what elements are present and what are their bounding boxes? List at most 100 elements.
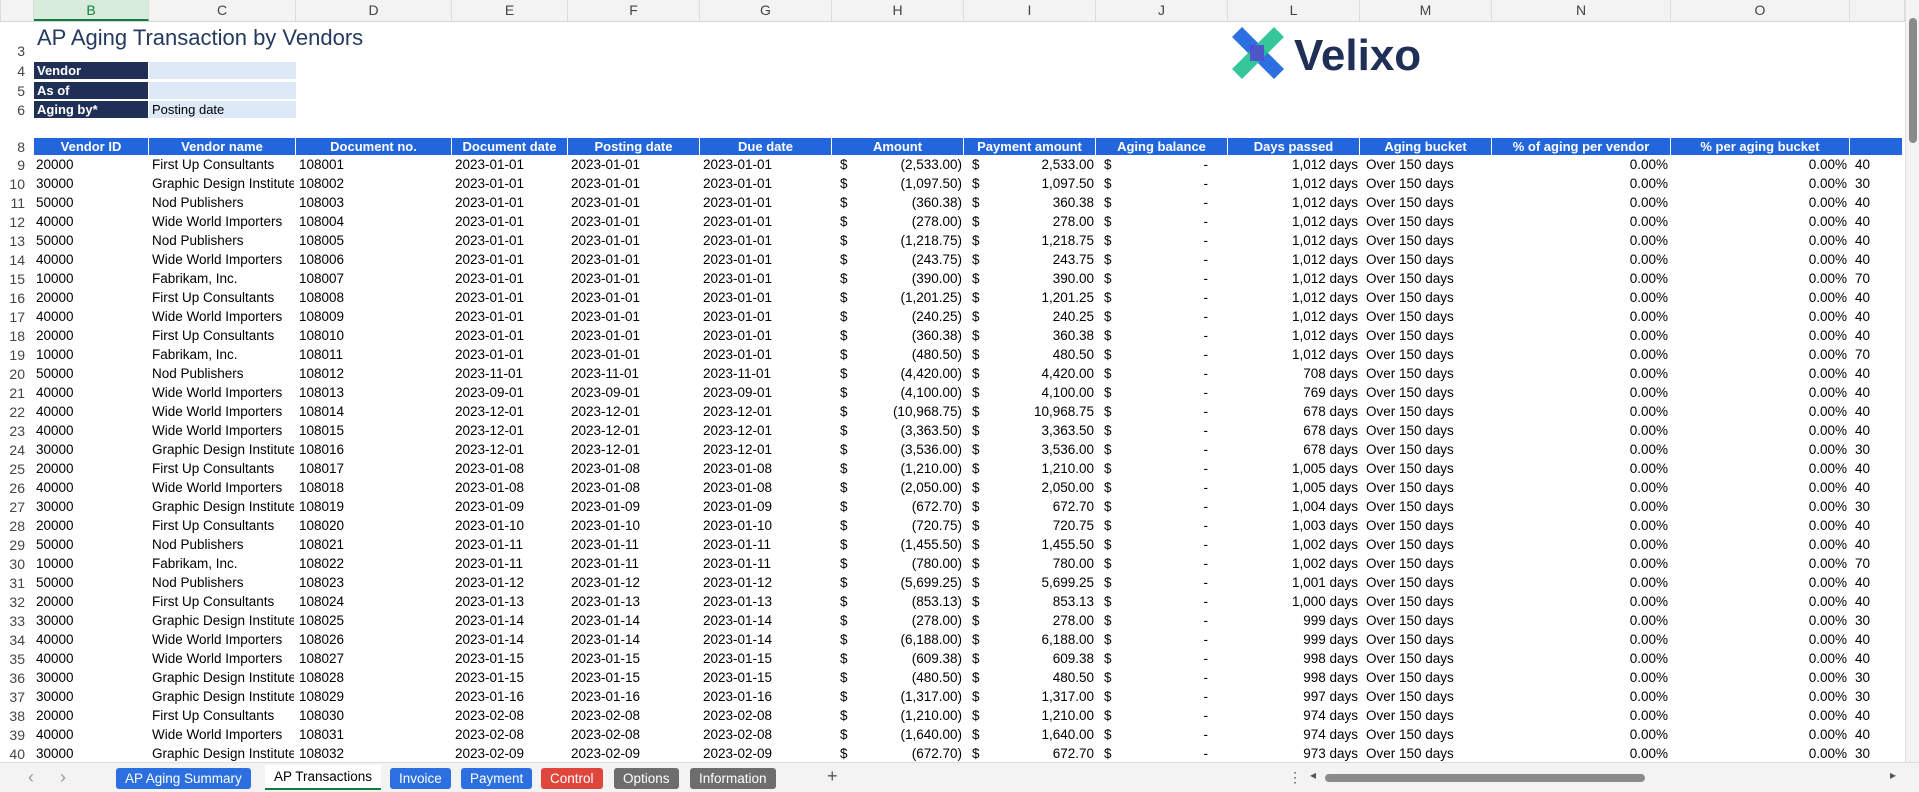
cell-pcur[interactable]: $ — [972, 252, 992, 267]
cell-amount[interactable]: (1,097.50) — [860, 176, 962, 191]
cell-doc[interactable]: 108022 — [299, 556, 449, 571]
cell-days[interactable]: 708 days — [1228, 366, 1358, 381]
cell-bucket[interactable]: Over 150 days — [1366, 480, 1490, 495]
column-letter-m[interactable]: M — [1360, 0, 1492, 21]
cell-amount[interactable]: (4,420.00) — [860, 366, 962, 381]
cell-bucket[interactable]: Over 150 days — [1366, 537, 1490, 552]
cell-id[interactable]: 50000 — [36, 575, 146, 590]
cell-amount[interactable]: (10,968.75) — [860, 404, 962, 419]
sheet-tab[interactable]: Control — [541, 768, 603, 789]
cell-days[interactable]: 1,005 days — [1228, 480, 1358, 495]
cell-bcur[interactable]: $ — [1104, 252, 1124, 267]
cell-ddate[interactable]: 2023-01-09 — [455, 499, 565, 514]
cell-doc[interactable]: 108017 — [299, 461, 449, 476]
cell-bcur[interactable]: $ — [1104, 537, 1124, 552]
row-number[interactable]: 21 — [0, 385, 30, 401]
column-header[interactable]: Payment amount — [964, 138, 1096, 155]
row-number[interactable]: 6 — [0, 102, 30, 118]
cell-pb[interactable]: 0.00% — [1671, 499, 1847, 514]
cell-amount[interactable]: (1,218.75) — [860, 233, 962, 248]
row-number[interactable]: 28 — [0, 518, 30, 534]
cell-days[interactable]: 974 days — [1228, 727, 1358, 742]
cell-bucket[interactable]: Over 150 days — [1366, 594, 1490, 609]
cell-extra[interactable]: 70 — [1855, 556, 1895, 571]
scroll-left-icon[interactable]: ◂ — [1310, 768, 1316, 782]
cell-extra[interactable]: 40 — [1855, 632, 1895, 647]
cell-id[interactable]: 10000 — [36, 556, 146, 571]
cell-doc[interactable]: 108009 — [299, 309, 449, 324]
cell-pv[interactable]: 0.00% — [1492, 670, 1668, 685]
cell-bucket[interactable]: Over 150 days — [1366, 214, 1490, 229]
cell-payment[interactable]: 4,420.00 — [992, 366, 1094, 381]
cell-pb[interactable]: 0.00% — [1671, 670, 1847, 685]
column-letter-n[interactable]: N — [1492, 0, 1671, 21]
cell-name[interactable]: Nod Publishers — [152, 195, 294, 210]
cell-pcur[interactable]: $ — [972, 157, 992, 172]
cell-due[interactable]: 2023-01-11 — [703, 537, 829, 552]
cell-name[interactable]: Wide World Importers — [152, 480, 294, 495]
row-number[interactable]: 13 — [0, 233, 30, 249]
cell-bucket[interactable]: Over 150 days — [1366, 727, 1490, 742]
row-number[interactable]: 24 — [0, 442, 30, 458]
cell-payment[interactable]: 1,210.00 — [992, 708, 1094, 723]
cell-bcur[interactable]: $ — [1104, 309, 1124, 324]
row-number[interactable]: 23 — [0, 423, 30, 439]
cell-balance[interactable]: - — [1124, 727, 1209, 742]
cell-amount[interactable]: (1,455.50) — [860, 537, 962, 552]
cell-pv[interactable]: 0.00% — [1492, 271, 1668, 286]
cell-cur[interactable]: $ — [840, 214, 860, 229]
cell-cur[interactable]: $ — [840, 518, 860, 533]
cell-bucket[interactable]: Over 150 days — [1366, 233, 1490, 248]
cell-ddate[interactable]: 2023-01-08 — [455, 461, 565, 476]
cell-bcur[interactable]: $ — [1104, 214, 1124, 229]
cell-amount[interactable]: (2,533.00) — [860, 157, 962, 172]
cell-balance[interactable]: - — [1124, 404, 1209, 419]
prev-sheet-icon[interactable]: ‹ — [28, 767, 34, 788]
cell-bcur[interactable]: $ — [1104, 613, 1124, 628]
cell-payment[interactable]: 1,097.50 — [992, 176, 1094, 191]
cell-payment[interactable]: 1,210.00 — [992, 461, 1094, 476]
cell-name[interactable]: First Up Consultants — [152, 518, 294, 533]
cell-due[interactable]: 2023-02-08 — [703, 727, 829, 742]
cell-pb[interactable]: 0.00% — [1671, 309, 1847, 324]
cell-bucket[interactable]: Over 150 days — [1366, 689, 1490, 704]
row-number[interactable]: 8 — [0, 139, 30, 155]
cell-due[interactable]: 2023-01-01 — [703, 214, 829, 229]
cell-pv[interactable]: 0.00% — [1492, 708, 1668, 723]
cell-name[interactable]: First Up Consultants — [152, 594, 294, 609]
cell-balance[interactable]: - — [1124, 252, 1209, 267]
cell-id[interactable]: 40000 — [36, 480, 146, 495]
cell-payment[interactable]: 480.50 — [992, 670, 1094, 685]
cell-payment[interactable]: 672.70 — [992, 746, 1094, 761]
cell-ddate[interactable]: 2023-01-01 — [455, 347, 565, 362]
cell-extra[interactable]: 30 — [1855, 613, 1895, 628]
cell-days[interactable]: 997 days — [1228, 689, 1358, 704]
cell-id[interactable]: 40000 — [36, 252, 146, 267]
cell-due[interactable]: 2023-01-01 — [703, 157, 829, 172]
cell-pv[interactable]: 0.00% — [1492, 366, 1668, 381]
cell-id[interactable]: 50000 — [36, 537, 146, 552]
sheet-tab[interactable]: Payment — [461, 768, 533, 789]
cell-bucket[interactable]: Over 150 days — [1366, 328, 1490, 343]
cell-pcur[interactable]: $ — [972, 461, 992, 476]
cell-pcur[interactable]: $ — [972, 518, 992, 533]
cell-due[interactable]: 2023-01-01 — [703, 195, 829, 210]
cell-bcur[interactable]: $ — [1104, 195, 1124, 210]
cell-balance[interactable]: - — [1124, 347, 1209, 362]
cell-cur[interactable]: $ — [840, 499, 860, 514]
cell-ddate[interactable]: 2023-01-15 — [455, 670, 565, 685]
cell-pcur[interactable]: $ — [972, 233, 992, 248]
cell-pcur[interactable]: $ — [972, 746, 992, 761]
cell-amount[interactable]: (5,699.25) — [860, 575, 962, 590]
cell-bcur[interactable]: $ — [1104, 271, 1124, 286]
cell-payment[interactable]: 780.00 — [992, 556, 1094, 571]
cell-bcur[interactable]: $ — [1104, 480, 1124, 495]
column-header[interactable]: Posting date — [568, 138, 700, 155]
cell-pv[interactable]: 0.00% — [1492, 233, 1668, 248]
cell-extra[interactable]: 40 — [1855, 404, 1895, 419]
cell-pcur[interactable]: $ — [972, 214, 992, 229]
cell-pv[interactable]: 0.00% — [1492, 651, 1668, 666]
cell-amount[interactable]: (2,050.00) — [860, 480, 962, 495]
cell-ddate[interactable]: 2023-01-01 — [455, 233, 565, 248]
cell-bucket[interactable]: Over 150 days — [1366, 556, 1490, 571]
